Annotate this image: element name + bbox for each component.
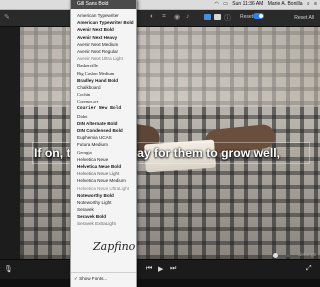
font-item[interactable]: Helvetica Neue Light: [71, 170, 136, 177]
font-item[interactable]: Futura Medium: [71, 141, 136, 148]
font-item[interactable]: Baskerville: [71, 62, 136, 69]
font-item[interactable]: American Typewriter Bold: [71, 19, 136, 26]
font-item-zapfino[interactable]: Zapfino: [93, 240, 135, 253]
background-wall: [20, 27, 320, 107]
stabilization-icon[interactable]: ◉: [174, 13, 180, 21]
font-selected-item[interactable]: Gill Sans Bold: [71, 0, 136, 9]
skip-back-icon[interactable]: ⏮: [146, 265, 152, 273]
font-item[interactable]: Noteworthy Light: [71, 199, 136, 206]
font-item[interactable]: Big Caslon Medium: [71, 70, 136, 77]
menubar-status: ◠ ▭ Sun 11:36 AM Marie A. Bonilla ⌕ ≡: [211, 0, 317, 9]
play-icon[interactable]: ▶: [158, 265, 163, 273]
font-item[interactable]: Euphemia UCAS: [71, 134, 136, 141]
menu-divider: [71, 272, 136, 273]
font-dropdown-menu: Gill Sans Bold American Typewriter Ameri…: [70, 0, 137, 287]
font-item[interactable]: Georgia: [71, 149, 136, 156]
show-fonts-item[interactable]: ✓ Show Fonts...: [74, 276, 107, 282]
show-fonts-label: Show Fonts...: [79, 276, 108, 281]
font-item[interactable]: American Typewriter: [71, 12, 136, 19]
user-name[interactable]: Marie A. Bonilla: [268, 1, 303, 7]
font-item[interactable]: Helvetica Neue UltraLight: [71, 185, 136, 192]
font-item[interactable]: Avenir Next Bold: [71, 26, 136, 33]
font-item[interactable]: Seravek Bold: [71, 213, 136, 220]
font-item[interactable]: Copperplate: [71, 98, 136, 105]
font-item[interactable]: Avenir Next Ultra Light: [71, 55, 136, 62]
enable-toggle[interactable]: [253, 13, 264, 19]
clock[interactable]: Sun 11:36 AM: [232, 1, 263, 7]
search-icon[interactable]: ⌕: [307, 1, 310, 7]
title-style-swatch[interactable]: [204, 14, 211, 20]
font-item[interactable]: Avenir Next Medium: [71, 41, 136, 48]
font-item[interactable]: Helvetica Neue: [71, 156, 136, 163]
font-item[interactable]: Didot: [71, 113, 136, 120]
left-panel: [0, 27, 20, 279]
font-item[interactable]: Avenir Next Regular: [71, 48, 136, 55]
font-item[interactable]: Chalkboard: [71, 84, 136, 91]
microphone-icon[interactable]: 🎙︎: [4, 265, 13, 273]
font-item[interactable]: Bradley Hand Bold: [71, 77, 136, 84]
font-item[interactable]: Noteworthy Bold: [71, 192, 136, 199]
system-menu-bar: ◠ ▭ Sun 11:36 AM Marie A. Bonilla ⌕ ≡: [0, 0, 320, 10]
magic-wand-icon[interactable]: ✎: [4, 13, 10, 21]
font-item[interactable]: DIN Condensed Bold: [71, 127, 136, 134]
zoom-slider[interactable]: [262, 253, 298, 258]
font-item[interactable]: Seravek ExtraLight: [71, 220, 136, 227]
reset-button[interactable]: Reset: [240, 14, 253, 20]
skip-forward-icon[interactable]: ⏭: [170, 265, 176, 273]
adjust-toolbar: ✎ ◐ ⌗ ◉ ♪ ⓘ Reset Reset All: [0, 10, 320, 27]
playback-bar: 🎙︎ ⏮ ▶ ⏭ ⤢ Settings: [0, 252, 320, 280]
text-color-swatch[interactable]: [214, 14, 221, 20]
font-item[interactable]: Helvetica Neue Medium: [71, 177, 136, 184]
info-icon[interactable]: ⓘ: [224, 13, 231, 23]
font-item[interactable]: Avenir Next Heavy: [71, 34, 136, 41]
settings-label[interactable]: Settings: [298, 252, 316, 258]
menu-list-icon[interactable]: ≡: [314, 1, 317, 7]
reset-all-button[interactable]: Reset All: [294, 15, 314, 21]
wifi-icon[interactable]: ◠: [214, 1, 218, 7]
zoom-slider-knob[interactable]: [273, 253, 278, 258]
font-item[interactable]: Cochin: [71, 91, 136, 98]
font-item[interactable]: Courier New Bold: [71, 105, 136, 112]
battery-icon[interactable]: ▭: [223, 1, 228, 7]
crop-icon[interactable]: ⌗: [162, 13, 166, 21]
font-item[interactable]: Seravek: [71, 206, 136, 213]
timeline-strip: [0, 279, 320, 287]
font-item[interactable]: DIN Alternate Bold: [71, 120, 136, 127]
font-list: American Typewriter American Typewriter …: [71, 12, 136, 228]
volume-icon[interactable]: ♪: [186, 13, 190, 20]
color-balance-icon[interactable]: ◐: [150, 13, 154, 20]
fullscreen-icon[interactable]: ⤢: [306, 265, 312, 273]
font-item[interactable]: Helvetica Neue Bold: [71, 163, 136, 170]
